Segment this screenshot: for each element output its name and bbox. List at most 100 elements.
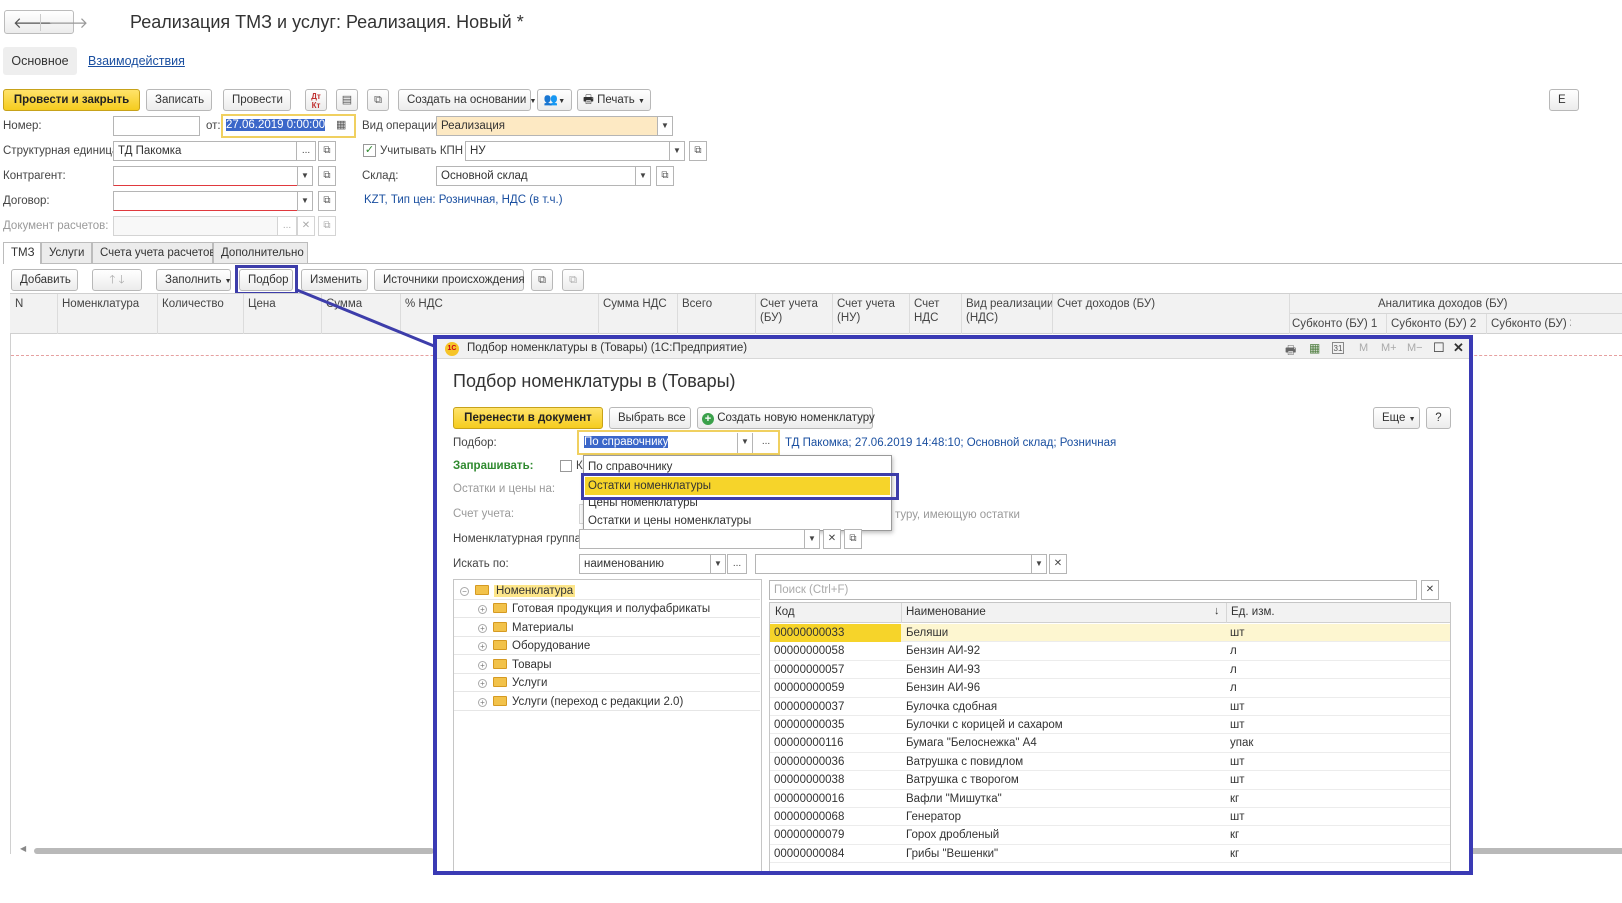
grid-header: Код Наименование ↓ Ед. изм.	[770, 603, 1450, 623]
search-by-field[interactable]: наименованию	[579, 554, 711, 574]
table-row[interactable]: 00000000035 Булочки с корицей и сахаром шт	[770, 716, 1450, 735]
folder-icon	[493, 603, 507, 613]
grid-unit-cell: шт	[1230, 719, 1245, 731]
table-row[interactable]: 00000000084 Грибы "Вешенки" кг	[770, 845, 1450, 864]
grid-code-cell: 00000000057	[774, 663, 845, 676]
table-row[interactable]: 00000000033 Беляши шт	[770, 624, 1450, 643]
grid-name-cell: Грибы "Вешенки"	[906, 847, 999, 860]
dropdown-option[interactable]: Остатки и цены номенклатуры	[588, 513, 751, 529]
grid-code-cell: 00000000016	[774, 792, 845, 805]
grid-unit-cell: л	[1230, 682, 1237, 695]
table-row[interactable]: 00000000038 Ватрушка с творогом шт	[770, 771, 1450, 790]
grid-code-cell: 00000000079	[774, 829, 845, 842]
stock-prices-label: Остатки и цены на:	[453, 483, 556, 495]
grid-code-cell: 00000000058	[774, 645, 845, 658]
grid-name-cell: Булочка сдобная	[906, 700, 998, 713]
table-row[interactable]: 00000000057 Бензин АИ-93 л	[770, 661, 1450, 680]
group-dropdown-icon[interactable]: ▼	[804, 529, 820, 549]
search-by-dropdown-icon[interactable]: ▼	[710, 554, 726, 574]
transfer-to-document-button[interactable]: Перенести в документ	[453, 407, 603, 429]
tree-item[interactable]: + Готовая продукция и полуфабрикаты	[454, 600, 760, 618]
table-row[interactable]: 00000000037 Булочка сдобная шт	[770, 698, 1450, 716]
table-row[interactable]: 00000000059 Бензин АИ-96 л	[770, 679, 1450, 698]
search-value-clear-icon[interactable]: ✕	[1049, 554, 1067, 574]
tree-item[interactable]: + Товары	[454, 656, 760, 674]
folder-icon	[493, 695, 507, 706]
grid-name-cell: Бензин АИ-92	[906, 645, 981, 658]
col-name[interactable]: Наименование	[906, 606, 986, 618]
grid-unit-cell: кг	[1230, 847, 1240, 860]
col-code[interactable]: Код	[775, 606, 795, 618]
expand-icon[interactable]: +	[478, 642, 487, 651]
create-new-nomenclature-button[interactable]: + Создать новую номенклатуру	[697, 407, 875, 429]
search-value-field[interactable]	[755, 554, 1032, 574]
collapse-icon[interactable]: −	[460, 587, 469, 596]
col-unit[interactable]: Ед. изм.	[1231, 606, 1275, 618]
table-row[interactable]: 00000000116 Бумага "Белоснежка" А4 упак	[770, 734, 1450, 753]
calendar-icon[interactable]: 31	[1332, 342, 1344, 354]
memory-m-icon[interactable]: M	[1359, 342, 1368, 354]
memory-plus-icon[interactable]: M+	[1381, 342, 1397, 354]
grid-code-cell: 00000000036	[774, 755, 845, 768]
grid-unit-cell: л	[1230, 663, 1237, 676]
grid-name-cell: Горох дробленый	[906, 829, 1000, 842]
pick-mode-select[interactable]: По справочнику	[580, 433, 736, 453]
nomenclature-group-field[interactable]	[579, 529, 805, 549]
pick-mode-dropdown-icon[interactable]: ▼	[737, 433, 753, 453]
tree-item[interactable]: + Материалы	[454, 619, 760, 637]
expand-icon[interactable]: +	[478, 697, 487, 707]
tree-item[interactable]: + Услуги (переход с редакции 2.0)	[454, 693, 760, 711]
table-row[interactable]: 00000000036 Ватрушка с повидлом шт	[770, 753, 1450, 772]
expand-icon[interactable]: +	[478, 660, 487, 670]
grid-name-cell: Ватрушка с творогом	[906, 774, 1019, 787]
search-value-dropdown-icon[interactable]: ▼	[1031, 554, 1047, 574]
tree-item[interactable]: + Оборудование	[454, 637, 760, 655]
grid-code-cell: 00000000084	[774, 847, 845, 860]
grid-code-cell: 00000000059	[774, 682, 845, 695]
more-button[interactable]: Еще ▼	[1373, 407, 1420, 429]
ask-checkbox[interactable]	[560, 460, 572, 472]
table-row[interactable]: 00000000016 Вафли "Мишутка" кг	[770, 790, 1450, 808]
grid-code-cell: 00000000068	[774, 811, 845, 823]
grid-name-cell: Бензин АИ-93	[906, 663, 981, 676]
tree-item[interactable]: + Услуги	[454, 674, 760, 692]
grid-name-cell: Булочки с корицей и сахаром	[906, 719, 1063, 731]
pick-info-link[interactable]: ТД Пакомка; 27.06.2019 14:48:10; Основно…	[785, 433, 1116, 453]
pick-mode-select-icon[interactable]: ...	[755, 433, 777, 453]
close-icon[interactable]: ✕	[1453, 340, 1464, 356]
grid-unit-cell: шт	[1230, 755, 1245, 768]
sort-desc-icon[interactable]: ↓	[1214, 605, 1220, 617]
grid-unit-cell: кг	[1230, 792, 1240, 805]
calculator-icon[interactable]: ▦	[1309, 341, 1320, 355]
group-open-icon[interactable]: ⧉	[844, 529, 862, 549]
folder-icon	[493, 640, 507, 650]
expand-icon[interactable]: +	[478, 679, 487, 688]
group-clear-icon[interactable]: ✕	[823, 529, 841, 549]
dialog-heading: Подбор номенклатуры в (Товары)	[453, 371, 736, 391]
maximize-icon[interactable]: ☐	[1433, 340, 1445, 356]
grid-code-cell: 00000000037	[774, 700, 845, 713]
grid-search-input[interactable]: Поиск (Ctrl+F)	[769, 580, 1417, 600]
nomenclature-grid: Код Наименование ↓ Ед. изм. 00000000033 Б…	[769, 602, 1451, 871]
expand-icon[interactable]: +	[478, 623, 487, 633]
table-row[interactable]: 00000000068 Генератор шт	[770, 808, 1450, 827]
help-button[interactable]: ?	[1426, 407, 1451, 429]
grid-unit-cell: шт	[1230, 627, 1245, 639]
print-icon[interactable]: 🖶	[1285, 341, 1296, 362]
grid-name-cell: Ватрушка с повидлом	[906, 755, 1024, 768]
select-all-button[interactable]: Выбрать все	[609, 407, 691, 429]
grid-search-clear-icon[interactable]: ✕	[1421, 580, 1439, 600]
grid-name-cell: Бумага "Белоснежка" А4	[906, 737, 1037, 750]
folder-icon	[493, 621, 507, 632]
nomenclature-tree: − Номенклатура + Готовая продукция и полуф…	[453, 579, 762, 871]
memory-minus-icon[interactable]: M−	[1407, 342, 1423, 354]
grid-unit-cell: шт	[1230, 811, 1245, 823]
option-highlight	[581, 473, 899, 500]
expand-icon[interactable]: +	[478, 605, 487, 614]
grid-name-cell: Генератор	[906, 811, 962, 823]
table-row[interactable]: 00000000079 Горох дробленый кг	[770, 826, 1450, 845]
table-row[interactable]: 00000000058 Бензин АИ-92 л	[770, 642, 1450, 661]
tree-root[interactable]: − Номенклатура	[454, 582, 760, 600]
search-by-select-icon[interactable]: ...	[727, 554, 747, 574]
grid-unit-cell: упак	[1230, 737, 1254, 750]
